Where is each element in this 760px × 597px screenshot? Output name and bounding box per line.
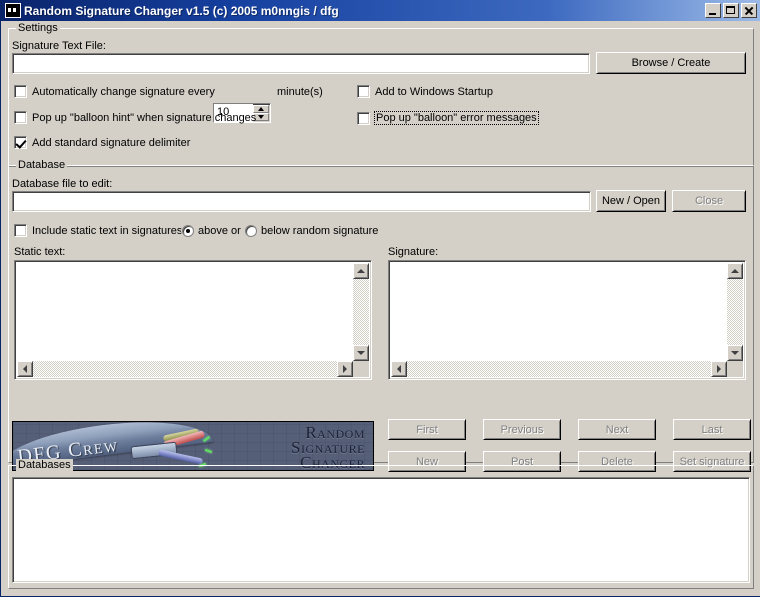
database-file-input[interactable] bbox=[12, 191, 591, 212]
balloon-hint-checkbox-row[interactable]: Pop up "balloon hint" when signature cha… bbox=[14, 111, 256, 124]
radio-above-label: above or bbox=[198, 225, 241, 237]
balloon-error-checkbox-row[interactable]: Pop up "balloon" error messages bbox=[357, 111, 539, 125]
signature-vscrollbar[interactable] bbox=[727, 263, 743, 361]
windows-startup-checkbox-row[interactable]: Add to Windows Startup bbox=[357, 85, 493, 98]
client-area: Settings Signature Text File: Browse / C… bbox=[2, 21, 760, 596]
include-static-label: Include static text in signatures bbox=[32, 224, 183, 237]
signature-memo-body[interactable] bbox=[391, 263, 727, 361]
last-record-button[interactable]: Last bbox=[673, 419, 751, 440]
window-title: Random Signature Changer v1.5 (c) 2005 m… bbox=[24, 3, 339, 18]
include-static-checkbox[interactable] bbox=[14, 224, 27, 237]
browse-create-button[interactable]: Browse / Create bbox=[596, 52, 746, 74]
databases-listbox[interactable] bbox=[12, 477, 750, 583]
radio-below-row[interactable]: below random signature bbox=[245, 225, 378, 237]
maximize-button[interactable] bbox=[723, 3, 739, 18]
delimiter-checkbox-row[interactable]: Add standard signature delimiter bbox=[14, 136, 190, 149]
windows-startup-checkbox[interactable] bbox=[357, 85, 370, 98]
windows-startup-label: Add to Windows Startup bbox=[375, 85, 494, 98]
include-static-checkbox-row[interactable]: Include static text in signatures bbox=[14, 224, 182, 237]
scroll-down-icon[interactable] bbox=[727, 345, 743, 361]
delimiter-checkbox[interactable] bbox=[14, 136, 27, 149]
minutes-label: minute(s) bbox=[277, 86, 323, 98]
databases-group-title: Databases bbox=[16, 459, 73, 471]
new-open-button[interactable]: New / Open bbox=[596, 190, 666, 212]
static-text-memo-body[interactable] bbox=[17, 263, 353, 361]
scroll-down-icon[interactable] bbox=[353, 345, 369, 361]
minimize-button[interactable] bbox=[705, 3, 721, 18]
signature-hscrollbar[interactable] bbox=[391, 361, 727, 377]
radio-below[interactable] bbox=[245, 225, 257, 237]
previous-record-button[interactable]: Previous bbox=[483, 419, 561, 440]
signature-file-label: Signature Text File: bbox=[12, 40, 106, 52]
first-record-button[interactable]: First bbox=[388, 419, 466, 440]
title-bar: Random Signature Changer v1.5 (c) 2005 m… bbox=[1, 0, 760, 21]
signature-memo[interactable] bbox=[388, 260, 746, 380]
scroll-left-icon[interactable] bbox=[391, 361, 407, 377]
close-database-button[interactable]: Close bbox=[672, 190, 746, 212]
static-text-hscrollbar[interactable] bbox=[17, 361, 353, 377]
auto-change-checkbox-row[interactable]: Automatically change signature every bbox=[14, 85, 215, 98]
logo-title: Random Signature Changer bbox=[291, 424, 365, 470]
balloon-error-label: Pop up "balloon" error messages bbox=[374, 111, 539, 125]
balloon-hint-checkbox[interactable] bbox=[14, 111, 27, 124]
scroll-left-icon[interactable] bbox=[17, 361, 33, 377]
auto-change-label: Automatically change signature every bbox=[32, 85, 215, 98]
database-group-title: Database bbox=[16, 159, 68, 171]
next-record-button[interactable]: Next bbox=[578, 419, 656, 440]
scroll-up-icon[interactable] bbox=[353, 263, 369, 279]
scroll-up-icon[interactable] bbox=[727, 263, 743, 279]
window-controls bbox=[705, 3, 757, 18]
app-icon bbox=[5, 3, 21, 18]
application-window: Random Signature Changer v1.5 (c) 2005 m… bbox=[0, 0, 760, 597]
scroll-right-icon[interactable] bbox=[711, 361, 727, 377]
scrollbar-corner bbox=[353, 361, 369, 377]
static-text-label: Static text: bbox=[14, 246, 66, 258]
static-text-vscrollbar[interactable] bbox=[353, 263, 369, 361]
scroll-right-icon[interactable] bbox=[337, 361, 353, 377]
auto-change-checkbox[interactable] bbox=[14, 85, 27, 98]
settings-group-title: Settings bbox=[16, 22, 60, 34]
signature-label: Signature: bbox=[388, 246, 439, 258]
database-file-label: Database file to edit: bbox=[12, 178, 113, 190]
radio-above[interactable] bbox=[182, 225, 194, 237]
radio-below-label: below random signature bbox=[261, 225, 379, 237]
static-text-memo[interactable] bbox=[14, 260, 372, 380]
close-button[interactable] bbox=[741, 3, 757, 18]
scrollbar-corner bbox=[727, 361, 743, 377]
balloon-hint-label: Pop up "balloon hint" when signature cha… bbox=[32, 111, 257, 124]
delimiter-label: Add standard signature delimiter bbox=[32, 136, 191, 149]
balloon-error-checkbox[interactable] bbox=[357, 111, 370, 125]
radio-above-row[interactable]: above or bbox=[182, 225, 241, 237]
signature-file-input[interactable] bbox=[12, 53, 590, 74]
